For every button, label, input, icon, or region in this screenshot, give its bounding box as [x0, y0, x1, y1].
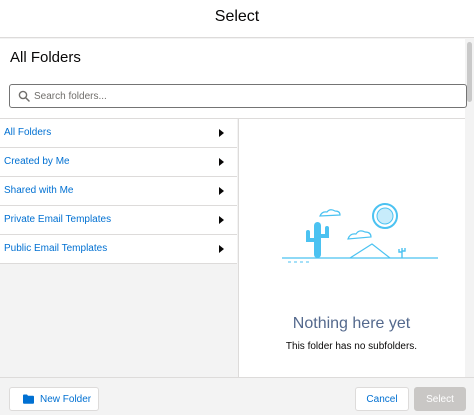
folder-item-created-by-me[interactable]: Created by Me [0, 148, 237, 177]
folder-icon [23, 394, 34, 404]
folder-item-shared-with-me[interactable]: Shared with Me [0, 177, 237, 206]
scrollbar-thumb[interactable] [467, 42, 472, 102]
desert-illustration [282, 203, 438, 263]
chevron-right-icon [219, 245, 224, 253]
chevron-right-icon [219, 158, 224, 166]
panel-heading: All Folders [10, 49, 81, 66]
search-input[interactable] [34, 87, 454, 105]
search-box[interactable] [9, 84, 467, 108]
new-folder-button[interactable]: New Folder [9, 387, 99, 411]
chevron-right-icon [219, 187, 224, 195]
cancel-button[interactable]: Cancel [355, 387, 409, 411]
folder-item-label: Shared with Me [4, 185, 74, 196]
search-icon [18, 90, 30, 102]
empty-state-subtitle: This folder has no subfolders. [285, 341, 418, 352]
folder-item-all-folders[interactable]: All Folders [0, 119, 237, 148]
chevron-right-icon [219, 129, 224, 137]
select-button[interactable]: Select [414, 387, 466, 411]
empty-state-title: Nothing here yet [292, 315, 411, 332]
modal-title: Select [214, 8, 260, 25]
folder-item-private-email-templates[interactable]: Private Email Templates [0, 206, 237, 235]
folder-item-label: Private Email Templates [4, 214, 112, 225]
folder-item-label: Public Email Templates [4, 243, 108, 254]
cancel-label: Cancel [366, 394, 398, 405]
modal-header: Select [0, 0, 474, 38]
folder-item-public-email-templates[interactable]: Public Email Templates [0, 235, 237, 264]
folder-item-label: Created by Me [4, 156, 70, 167]
select-label: Select [426, 394, 454, 405]
folder-item-label: All Folders [4, 127, 52, 138]
chevron-right-icon [219, 216, 224, 224]
folder-list: All Folders Created by Me Shared with Me… [0, 118, 238, 377]
new-folder-label: New Folder [40, 394, 92, 405]
